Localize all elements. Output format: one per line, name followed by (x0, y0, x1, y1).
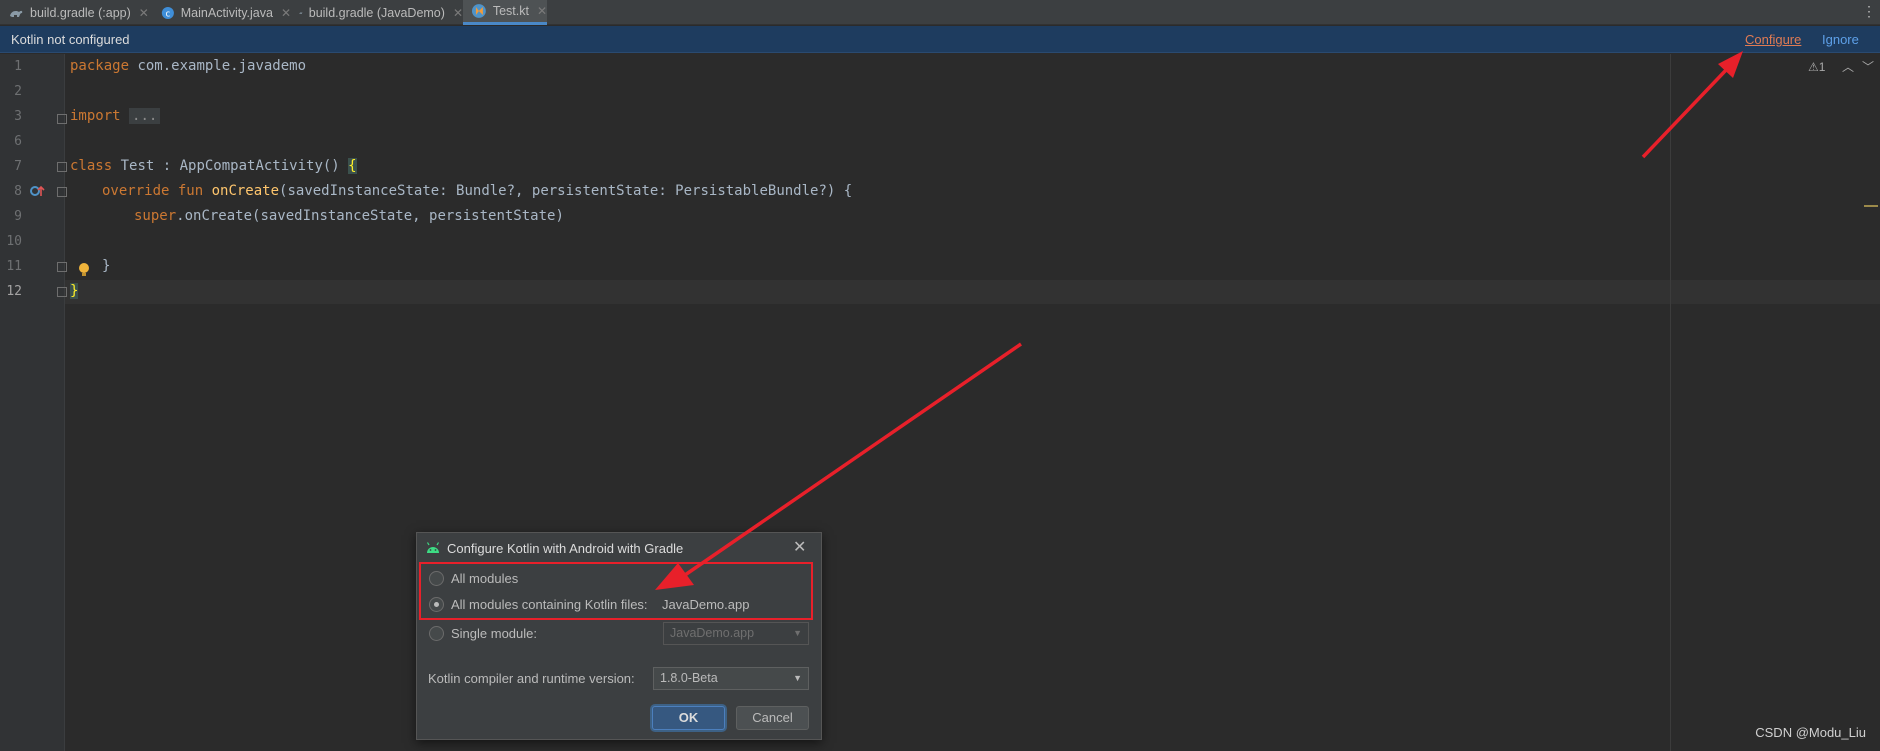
annotation-arrow-configure (1641, 67, 1729, 159)
annotation-arrow-dialog (684, 342, 1022, 577)
arrow-head (655, 563, 694, 590)
annotation-arrows (655, 51, 1743, 590)
ide-window: build.gradle (:app) ✕ c MainActivity.jav… (0, 0, 1880, 751)
watermark: CSDN @Modu_Liu (1755, 725, 1866, 740)
